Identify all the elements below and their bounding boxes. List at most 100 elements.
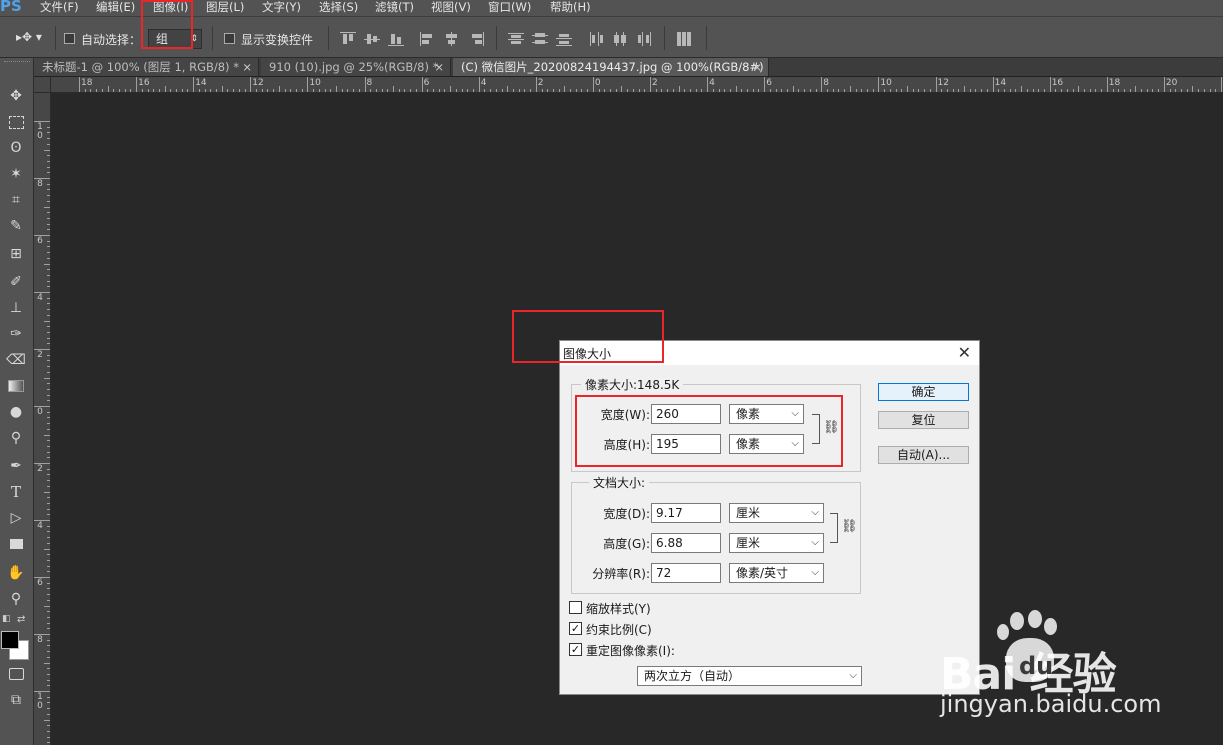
align-vcenter-icon[interactable]: [364, 32, 380, 46]
quick-mask-icon[interactable]: [5, 664, 27, 684]
eyedropper-tool-icon[interactable]: ✎: [5, 216, 27, 236]
menu-edit[interactable]: 编辑(E): [96, 0, 135, 14]
ruler-minor-tick: [969, 89, 971, 92]
menu-select[interactable]: 选择(S): [319, 0, 358, 14]
chevron-down-icon: ⌵: [811, 537, 819, 548]
auto-button[interactable]: 自动(A)...: [878, 446, 969, 464]
resolution-unit-select[interactable]: 像素/英寸 ⌵: [729, 563, 824, 583]
constrain-proportions-label: 约束比例(C): [586, 623, 652, 637]
ruler-label: 6: [423, 78, 430, 88]
ruler-minor-tick: [158, 89, 160, 92]
distribute-hcenter-icon[interactable]: [612, 32, 628, 46]
toolbox-grip[interactable]: [4, 61, 30, 65]
distribute-right-icon[interactable]: [636, 32, 652, 46]
align-left-icon[interactable]: [420, 32, 436, 46]
distribute-bottom-icon[interactable]: [556, 32, 572, 46]
tab-910-10-jpg[interactable]: 910 (10).jpg @ 25%(RGB/8) * ×: [261, 58, 451, 76]
show-transform-checkbox[interactable]: [224, 33, 235, 44]
ruler-minor-tick: [604, 89, 606, 92]
resolution-input[interactable]: 72: [651, 563, 721, 583]
horizontal-ruler[interactable]: 181614121086420246810121416182022: [34, 77, 1223, 93]
scale-styles-checkbox[interactable]: [569, 601, 582, 614]
menu-layer[interactable]: 图层(L): [206, 0, 244, 14]
ok-button[interactable]: 确定: [878, 383, 969, 401]
ruler-minor-tick: [358, 89, 360, 92]
menu-window[interactable]: 窗口(W): [488, 0, 531, 14]
rectangle-tool-icon[interactable]: [5, 534, 27, 554]
reset-button[interactable]: 复位: [878, 411, 969, 429]
ruler-minor-tick: [672, 89, 674, 92]
close-icon[interactable]: ×: [434, 58, 444, 76]
dodge-tool-icon[interactable]: ⚲: [5, 428, 27, 448]
type-tool-icon[interactable]: T: [5, 482, 27, 502]
vertical-ruler[interactable]: 10 8 6 4 2 0 2 4 6 8 10: [34, 93, 51, 745]
tab-untitled-1[interactable]: 未标题-1 @ 100% (图层 1, RGB/8) * ×: [34, 58, 259, 76]
blur-tool-icon[interactable]: ●: [5, 402, 27, 422]
ruler-minor-tick: [47, 554, 50, 556]
menu-file[interactable]: 文件(F): [40, 0, 79, 14]
menu-help[interactable]: 帮助(H): [550, 0, 591, 14]
ruler-minor-tick: [792, 86, 794, 92]
photoshop-logo: PS: [0, 0, 22, 15]
resample-method-select[interactable]: 两次立方（自动） ⌵: [637, 666, 862, 686]
close-icon[interactable]: ×: [242, 58, 252, 76]
marquee-tool-icon[interactable]: [5, 112, 27, 132]
history-brush-tool-icon[interactable]: ✑: [5, 324, 27, 344]
doc-height-unit-select[interactable]: 厘米 ⌵: [729, 533, 824, 553]
menu-filter[interactable]: 滤镜(T): [375, 0, 414, 14]
close-icon[interactable]: ✕: [958, 343, 971, 362]
ruler-minor-tick: [47, 331, 50, 333]
ruler-origin[interactable]: [34, 77, 51, 93]
swap-colors-icon[interactable]: ⇄: [17, 614, 25, 625]
ruler-minor-tick: [427, 89, 429, 92]
align-right-icon[interactable]: [468, 32, 484, 46]
distribute-left-icon[interactable]: [588, 32, 604, 46]
hand-tool-icon[interactable]: ✋: [5, 563, 27, 583]
constrain-proportions-checkbox[interactable]: ✓: [569, 622, 582, 635]
ruler-minor-tick: [798, 89, 800, 92]
ruler-minor-tick: [47, 611, 50, 613]
ruler-tick: [250, 77, 252, 92]
move-tool-icon[interactable]: ✥: [5, 86, 27, 106]
ruler-minor-tick: [181, 89, 183, 92]
brush-tool-icon[interactable]: ✐: [5, 272, 27, 292]
move-tool-preset-icon[interactable]: ▸✥ ▾: [16, 30, 42, 44]
pen-tool-icon[interactable]: ✒: [5, 456, 27, 476]
ruler-minor-tick: [712, 89, 714, 92]
healing-brush-tool-icon[interactable]: ⊞: [5, 244, 27, 264]
doc-height-input[interactable]: 6.88: [651, 533, 721, 553]
ruler-minor-tick: [47, 702, 50, 704]
doc-width-unit-select[interactable]: 厘米 ⌵: [729, 503, 824, 523]
lasso-tool-icon[interactable]: ʘ: [5, 138, 27, 158]
align-bottom-icon[interactable]: [388, 32, 404, 46]
close-icon[interactable]: ×: [752, 58, 762, 76]
ruler-minor-tick: [775, 89, 777, 92]
gradient-tool-icon[interactable]: [5, 376, 27, 396]
menu-type[interactable]: 文字(Y): [262, 0, 301, 14]
paw-toe: [1044, 618, 1057, 635]
ruler-minor-tick: [44, 320, 50, 322]
screen-mode-icon[interactable]: ⧉: [5, 690, 27, 710]
tab-wechat-image[interactable]: (C) 微信图片_20200824194437.jpg @ 100%(RGB/8…: [453, 58, 769, 76]
default-colors-icon[interactable]: ◧: [2, 614, 11, 624]
clone-stamp-tool-icon[interactable]: ⊥: [5, 298, 27, 318]
ruler-minor-tick: [47, 195, 50, 197]
eraser-tool-icon[interactable]: ⌫: [5, 350, 27, 370]
auto-align-layers-icon[interactable]: [676, 32, 692, 46]
ruler-tick: [193, 77, 195, 92]
menu-view[interactable]: 视图(V): [431, 0, 471, 14]
foreground-color-swatch[interactable]: [1, 631, 19, 649]
magic-wand-tool-icon[interactable]: ✶: [5, 164, 27, 184]
align-top-icon[interactable]: [340, 32, 356, 46]
doc-width-input[interactable]: 9.17: [651, 503, 721, 523]
align-hcenter-icon[interactable]: [444, 32, 460, 46]
path-selection-tool-icon[interactable]: ▷: [5, 508, 27, 528]
distribute-vcenter-icon[interactable]: [532, 32, 548, 46]
ruler-minor-tick: [47, 383, 50, 385]
ruler-minor-tick: [47, 126, 50, 128]
auto-select-checkbox[interactable]: [64, 33, 75, 44]
distribute-top-icon[interactable]: [508, 32, 524, 46]
zoom-tool-icon[interactable]: ⚲: [5, 589, 27, 609]
resample-checkbox[interactable]: ✓: [569, 643, 582, 656]
crop-tool-icon[interactable]: ⌗: [5, 190, 27, 210]
